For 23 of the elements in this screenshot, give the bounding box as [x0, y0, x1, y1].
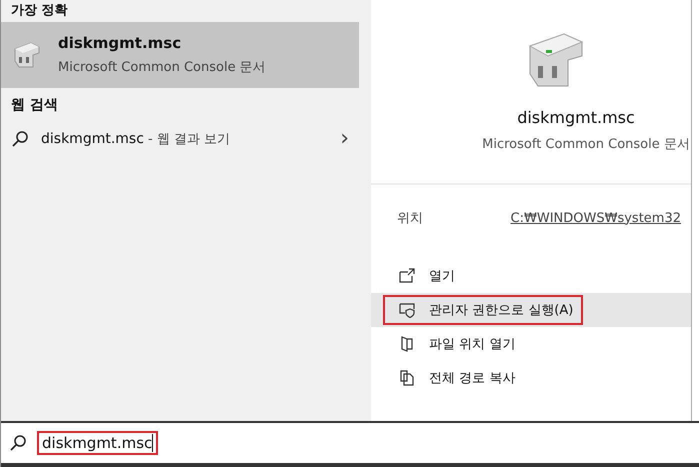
search-icon [9, 434, 27, 452]
detail-name: diskmgmt.msc [517, 108, 635, 127]
arrow-icon: › [340, 128, 349, 150]
search-icon [11, 130, 29, 148]
folder-icon [399, 336, 415, 352]
detail-type: Microsoft Common Console 문서 [482, 136, 690, 153]
action-item[interactable]: 열기 [371, 259, 691, 293]
location-link[interactable]: C:₩WINDOWS₩system32 [510, 210, 681, 226]
best-match-result[interactable]: diskmgmt.msc Microsoft Common Console 문서 [1, 22, 359, 88]
shield-icon [399, 302, 415, 318]
location-label: 위치 [397, 210, 423, 227]
web-query: diskmgmt.msc - 웹 결과 보기 [41, 130, 232, 148]
action-item[interactable]: 관리자 권한으로 실행(A) [371, 293, 691, 327]
section-heading: 웹 검색 [10, 96, 59, 115]
result-name: diskmgmt.msc [58, 34, 182, 52]
web-search-result[interactable]: diskmgmt.msc - 웹 결과 보기 › [1, 124, 359, 154]
copy-icon [399, 370, 415, 386]
section-heading: 가장 정확 [10, 2, 69, 20]
action-item[interactable]: 전체 경로 복사 [371, 361, 691, 395]
search-field[interactable]: diskmgmt.msc [37, 431, 158, 455]
result-type: Microsoft Common Console 문서 [58, 59, 266, 76]
open-icon [399, 268, 415, 284]
action-item[interactable]: 파일 위치 열기 [371, 327, 691, 361]
